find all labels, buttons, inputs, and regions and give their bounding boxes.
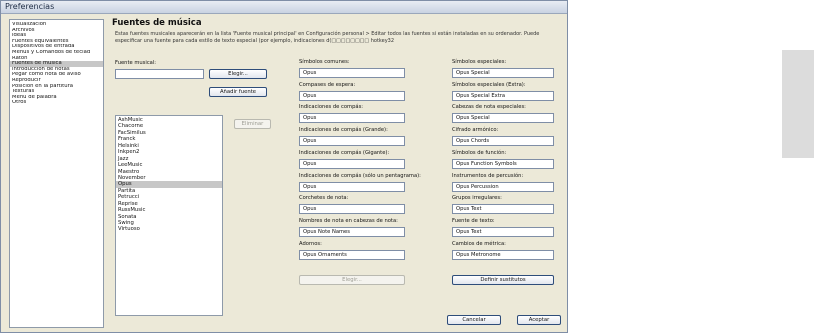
special-font-label: Cambios de métrica: — [452, 240, 506, 247]
style-font-label: Indicaciones de compás (Gigante): — [299, 149, 390, 156]
special-font-field[interactable]: Opus Percussion — [452, 181, 554, 192]
special-font-label: Grupos irregulares: — [452, 195, 502, 202]
special-font-field[interactable]: Opus Special Extra — [452, 90, 554, 101]
window-title: Preferencias — [5, 2, 55, 11]
style-font-label: Indicaciones de compás (Grande): — [299, 127, 388, 134]
special-font-field[interactable]: Opus Text — [452, 204, 554, 215]
style-font-field[interactable]: Opus Note Names — [299, 226, 405, 237]
sidebar-item[interactable]: Otros — [10, 100, 103, 106]
special-font-field[interactable]: Opus Text — [452, 226, 554, 237]
accept-button[interactable]: Aceptar — [517, 315, 561, 325]
special-font-field[interactable]: Opus Function Symbols — [452, 158, 554, 169]
choose-font-button[interactable]: Elegir... — [209, 69, 267, 79]
special-font-label: Símbolos especiales: — [452, 59, 507, 65]
add-font-button[interactable]: Añadir fuente — [209, 87, 267, 97]
music-font-input[interactable] — [115, 69, 204, 79]
style-font-field[interactable]: Opus — [299, 90, 405, 101]
special-font-label: Símbolos especiales (Extra): — [452, 81, 526, 88]
choose-style-button[interactable]: Elegir... — [299, 275, 405, 285]
style-font-field[interactable]: Opus — [299, 68, 405, 78]
music-font-label: Fuente musical: — [115, 60, 157, 66]
special-font-label: Símbolos de función: — [452, 149, 507, 156]
style-font-label: Indicaciones de compás (sólo un pentagra… — [299, 172, 421, 179]
remove-font-button[interactable]: Eliminar — [234, 119, 271, 129]
style-font-label: Adornos: — [299, 240, 322, 247]
font-list[interactable]: AshMusic Chacorne FacSimilus Franck Helsinki… — [115, 115, 223, 316]
style-font-field[interactable]: Opus Ornaments — [299, 249, 405, 260]
special-font-label: Cabezas de nota especiales: — [452, 104, 526, 111]
special-font-label: Cifrado armónico: — [452, 127, 499, 134]
special-font-field[interactable]: Opus Special — [452, 68, 554, 78]
cancel-button[interactable]: Cancelar — [447, 315, 501, 325]
font-list-item[interactable]: Virtuoso — [116, 226, 222, 232]
special-font-label: Instrumentos de percusión: — [452, 172, 524, 179]
style-font-field[interactable]: Opus — [299, 136, 405, 147]
special-font-field[interactable]: Opus Metronome — [452, 249, 554, 260]
style-font-field[interactable]: Opus — [299, 113, 405, 124]
style-font-label: Símbolos comunes: — [299, 59, 350, 65]
style-font-field[interactable]: Opus — [299, 204, 405, 215]
define-substitutes-button[interactable]: Definir sustitutos — [452, 275, 554, 285]
preferences-dialog: Preferencias Visualización Archivos Ideas F… — [0, 0, 568, 333]
style-font-label: Indicaciones de compás: — [299, 104, 364, 111]
special-font-field[interactable]: Opus Special — [452, 113, 554, 124]
special-font-label: Fuente de texto: — [452, 217, 495, 224]
style-font-field[interactable]: Opus — [299, 158, 405, 169]
style-font-label: Nombres de nota en cabezas de nota: — [299, 217, 398, 224]
page-title: Fuentes de música — [112, 18, 202, 28]
style-font-label: Compases de espera: — [299, 81, 356, 88]
background-panel — [782, 50, 814, 158]
category-list[interactable]: Visualización Archivos Ideas Fuentes equiva… — [9, 19, 104, 328]
description-text: Estas fuentes musicales aparecerán en la… — [115, 31, 540, 44]
style-font-label: Corchetes de nota: — [299, 195, 349, 202]
style-font-field[interactable]: Opus — [299, 181, 405, 192]
special-font-field[interactable]: Opus Chords — [452, 136, 554, 147]
title-bar[interactable]: Preferencias — [1, 1, 567, 14]
